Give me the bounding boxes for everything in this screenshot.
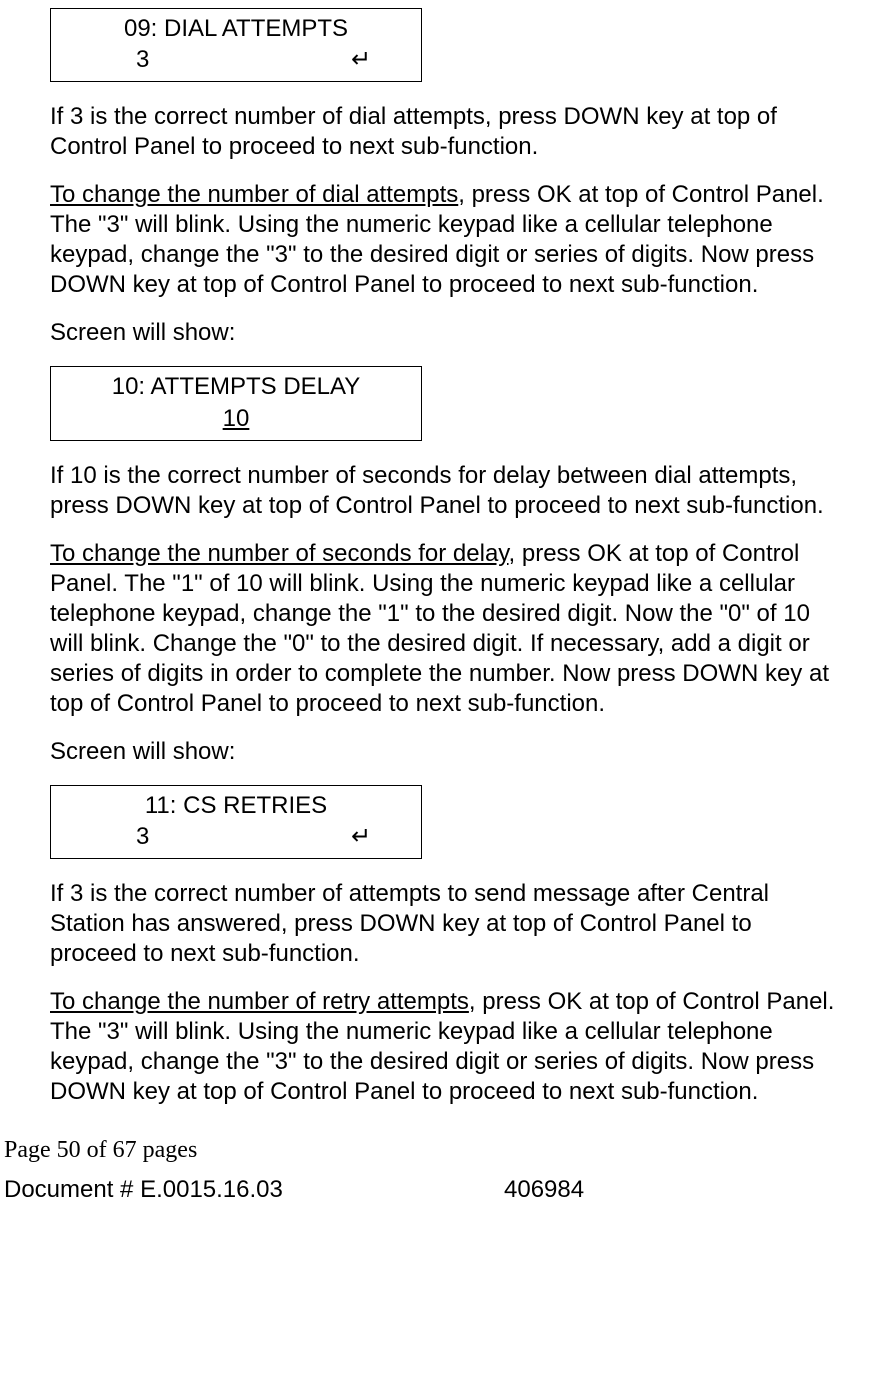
footer-number: 406984 (504, 1176, 584, 1204)
paragraph: Screen will show: (50, 318, 836, 348)
document-number: Document # E.0015.16.03 (4, 1176, 504, 1204)
paragraph: To change the number of retry attempts, … (50, 987, 836, 1107)
underlined-lead: To change the number of seconds for dela… (50, 540, 509, 567)
return-icon: ↵ (351, 44, 371, 75)
paragraph: If 3 is the correct number of dial attem… (50, 102, 836, 162)
screen-display-10: 10: ATTEMPTS DELAY 10 (50, 366, 422, 440)
screen-title: 11: CS RETRIES (51, 790, 421, 821)
paragraph: If 10 is the correct number of seconds f… (50, 461, 836, 521)
page-number: Page 50 of 67 pages (4, 1137, 886, 1164)
underlined-lead: To change the number of retry attempts (50, 988, 469, 1015)
underlined-lead: To change the number of dial attempts (50, 181, 458, 208)
screen-display-11: 11: CS RETRIES 3 ↵ (50, 785, 422, 859)
paragraph: If 3 is the correct number of attempts t… (50, 879, 836, 969)
return-icon: ↵ (351, 821, 371, 852)
paragraph: To change the number of seconds for dela… (50, 539, 836, 719)
screen-value: 3 (136, 44, 149, 75)
paragraph: To change the number of dial attempts, p… (50, 180, 836, 300)
screen-title: 10: ATTEMPTS DELAY (51, 371, 421, 402)
screen-value: 10 (223, 405, 250, 432)
paragraph: Screen will show: (50, 737, 836, 767)
screen-title: 09: DIAL ATTEMPTS (51, 13, 421, 44)
screen-value: 3 (136, 821, 149, 852)
screen-display-09: 09: DIAL ATTEMPTS 3 ↵ (50, 8, 422, 82)
